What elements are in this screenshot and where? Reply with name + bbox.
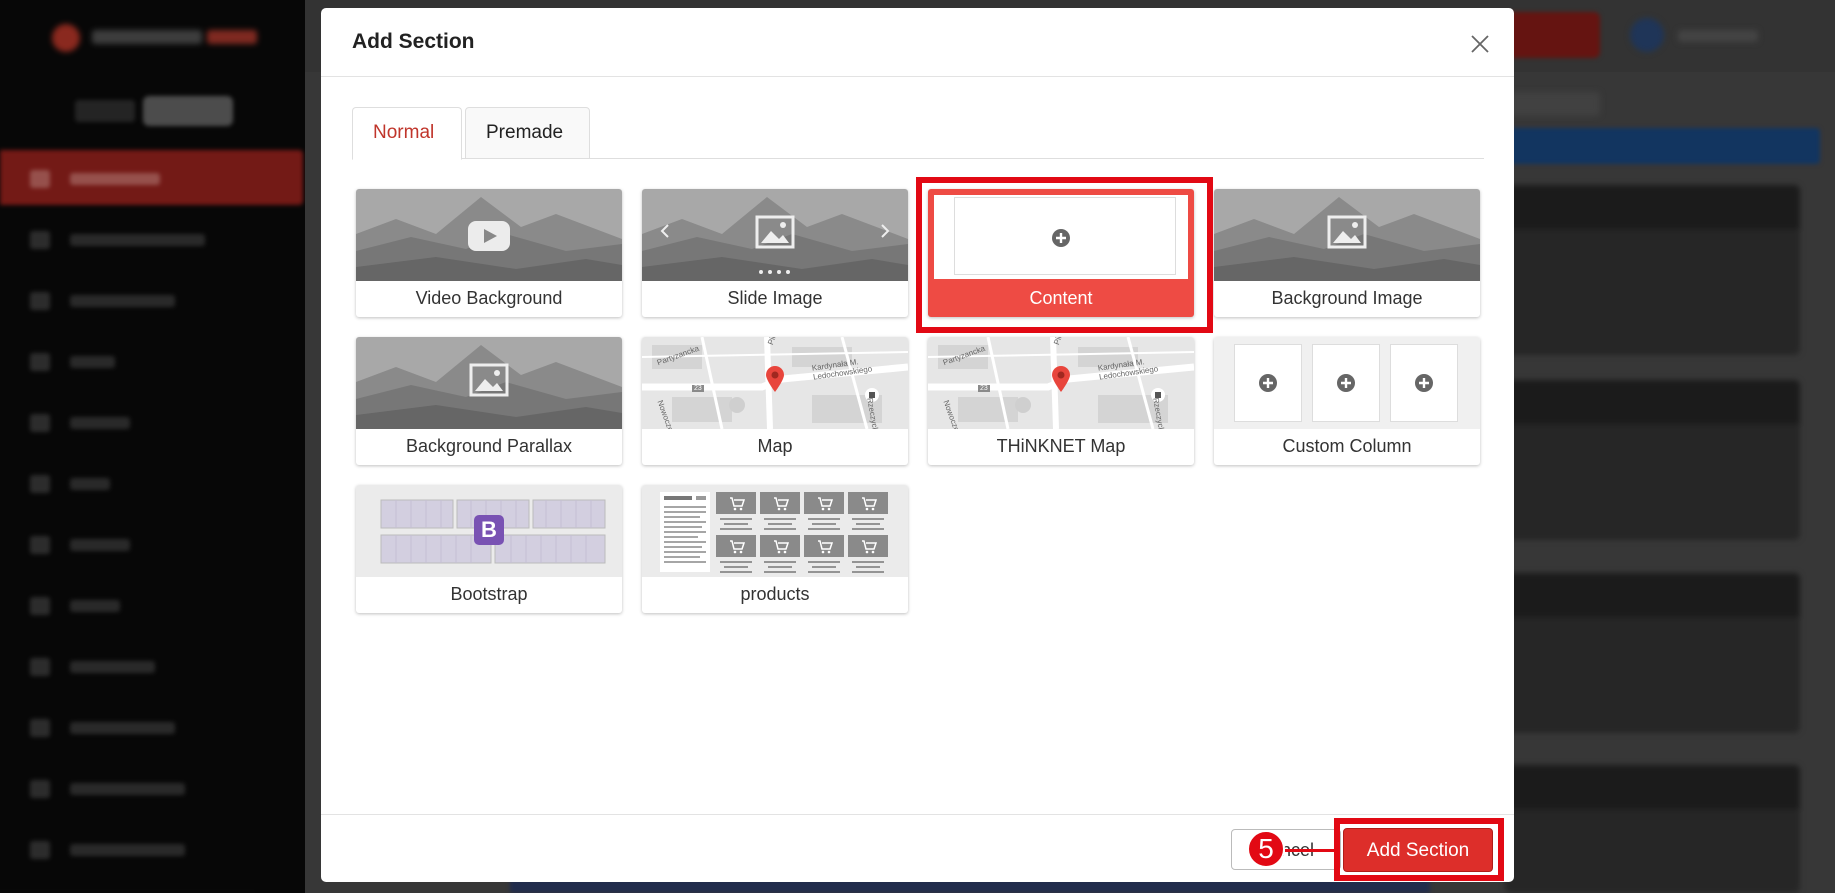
plus-circle-icon bbox=[1051, 228, 1071, 253]
section-card-thinknet-map[interactable]: Partyzancka Piłsudskiego Kardynała M. Le… bbox=[928, 337, 1194, 465]
section-card-custom-column[interactable]: Custom Column bbox=[1214, 337, 1480, 465]
section-card-label: Background Image bbox=[1271, 288, 1423, 308]
map-route-label: 23 bbox=[980, 385, 988, 392]
section-card-products[interactable]: products bbox=[642, 485, 908, 613]
image-icon bbox=[755, 215, 795, 254]
add-section-button[interactable]: Add Section bbox=[1343, 828, 1493, 872]
section-card-label: Custom Column bbox=[1282, 436, 1412, 456]
plus-circle-icon bbox=[1336, 373, 1356, 398]
section-tabs: Normal Premade bbox=[352, 107, 1484, 160]
section-card-label: products bbox=[740, 584, 810, 604]
section-card-content[interactable]: Content bbox=[928, 189, 1194, 317]
section-card-label: Video Background bbox=[415, 288, 563, 308]
bootstrap-icon: B bbox=[474, 515, 504, 545]
plus-circle-icon bbox=[1258, 373, 1278, 398]
section-card-label: Background Parallax bbox=[405, 436, 573, 456]
section-card-label: Map bbox=[757, 436, 793, 456]
section-card-video-background[interactable]: Video Background bbox=[356, 189, 622, 317]
tab-premade[interactable]: Premade bbox=[465, 107, 590, 159]
plus-circle-icon bbox=[1414, 373, 1434, 398]
add-section-modal: Add Section Normal Premade Video Backgro… bbox=[321, 8, 1514, 882]
close-icon[interactable] bbox=[1468, 32, 1492, 56]
image-icon bbox=[469, 363, 509, 402]
image-icon bbox=[1327, 215, 1367, 254]
section-card-label: Slide Image bbox=[727, 288, 823, 308]
section-card-bootstrap[interactable]: B Bootstrap bbox=[356, 485, 622, 613]
section-card-label: Content bbox=[1029, 288, 1093, 308]
section-card-label: Bootstrap bbox=[450, 584, 528, 604]
shopping-cart-icon bbox=[642, 485, 643, 486]
section-card-label: THiNKNET Map bbox=[996, 436, 1126, 456]
section-card-map[interactable]: Partyzancka Piłsudskiego Kardynała M. Le… bbox=[642, 337, 908, 465]
map-route-label: 23 bbox=[694, 385, 702, 392]
tab-normal[interactable]: Normal bbox=[352, 107, 462, 160]
content-thumbnail bbox=[934, 195, 1188, 279]
video-play-icon bbox=[468, 221, 510, 256]
step-number-badge: 5 bbox=[1247, 830, 1285, 868]
section-card-background-parallax[interactable]: Background Parallax bbox=[356, 337, 622, 465]
section-card-slide-image[interactable]: Slide Image bbox=[642, 189, 908, 317]
modal-title: Add Section bbox=[352, 30, 475, 53]
columns-thumbnail bbox=[1214, 337, 1480, 429]
annotation-connector bbox=[1285, 849, 1337, 852]
products-thumbnail bbox=[642, 485, 908, 577]
section-card-background-image[interactable]: Background Image bbox=[1214, 189, 1480, 317]
map-pin-icon bbox=[1051, 365, 1071, 398]
map-pin-icon bbox=[765, 365, 785, 398]
modal-header: Add Section bbox=[321, 8, 1514, 77]
